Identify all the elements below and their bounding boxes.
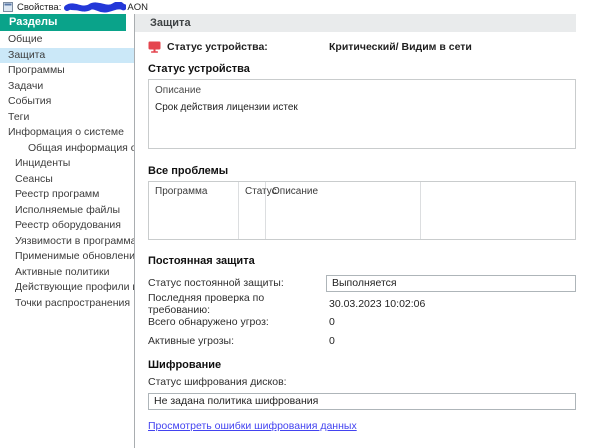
sidebar-item-общие[interactable]: Общие [0, 32, 134, 48]
red-monitor-icon [148, 41, 161, 53]
sidebar-header: Разделы [0, 14, 126, 31]
sidebar-item-реестр-программ[interactable]: Реестр программ [0, 187, 134, 203]
sidebar-item-общая-информация-о-системе[interactable]: Общая информация о системе [0, 141, 134, 157]
view-encryption-errors-link[interactable]: Просмотреть ошибки шифрования данных [148, 420, 357, 432]
sidebar-item-задачи[interactable]: Задачи [0, 79, 134, 95]
sections-sidebar: Разделы Общие Защита Программы Задачи Событи… [0, 14, 134, 448]
field-label: Всего обнаружено угроз: [148, 316, 269, 329]
device-status-heading: Статус устройства [148, 63, 250, 75]
window-title-prefix: Свойства: [17, 1, 62, 13]
sidebar-item-защита[interactable]: Защита [0, 47, 134, 63]
redaction-scribble [64, 1, 127, 13]
encryption-heading: Шифрование [148, 358, 222, 371]
sidebar-item-события[interactable]: События [0, 94, 134, 110]
realtime-fields: Статус постоянной защиты: Выполняется Посл… [148, 272, 576, 350]
column-header-status[interactable]: Статус [239, 182, 277, 239]
column-header-description[interactable]: Описание [266, 182, 421, 239]
sidebar-item-теги[interactable]: Теги [0, 110, 134, 126]
sidebar-item-информация-о-системе[interactable]: Информация о системе [0, 125, 134, 141]
sidebar-item-инциденты[interactable]: Инциденты [0, 156, 134, 172]
sidebar-items: Общие Защита Программы Задачи События Теги Инф… [0, 31, 134, 311]
encryption-status-field[interactable]: Не задана политика шифрования [148, 392, 576, 410]
sidebar-item-исполняемые-файлы[interactable]: Исполняемые файлы [0, 203, 134, 219]
window-title-suffix: AON [127, 1, 148, 13]
sidebar-item-программы[interactable]: Программы [0, 63, 134, 79]
column-header-empty [421, 182, 575, 239]
encryption-status-label: Статус шифрования дисков: [148, 375, 287, 388]
field-label: Последняя проверка по требованию: [148, 291, 265, 316]
field-row: Всего обнаружено угроз: 0 [148, 314, 576, 332]
title-bar: Свойства: AON [0, 0, 600, 14]
sidebar-item-активные-политики[interactable]: Активные политики [0, 265, 134, 281]
field-row: Активные угрозы: 0 [148, 332, 576, 350]
field-value-box[interactable]: Выполняется [326, 274, 576, 292]
window-icon [3, 2, 13, 12]
properties-window: Свойства: AON Разделы Общие Защита Програм… [0, 0, 600, 448]
field-value: 30.03.2023 10:02:06 [329, 297, 426, 310]
realtime-heading: Постоянная защита [148, 255, 255, 267]
list-column-header: Описание [155, 85, 202, 96]
sidebar-item-применимые-обновления[interactable]: Применимые обновления [0, 249, 134, 265]
field-value: 0 [329, 334, 335, 347]
device-status-row: Статус устройства: Критический/ Видим в … [148, 40, 576, 54]
panel-title: Защита [135, 14, 576, 32]
field-label: Статус постоянной защиты: [148, 277, 284, 289]
status-description-item[interactable]: Срок действия лицензии истек [155, 102, 569, 113]
field-label: Активные угрозы: [148, 334, 234, 347]
field-row: Статус постоянной защиты: Выполняется [148, 272, 576, 294]
sidebar-item-точки-распространения[interactable]: Точки распространения [0, 296, 134, 312]
problems-table[interactable]: Программа Статус Описание [148, 181, 576, 240]
sidebar-item-действующие-профили-политик[interactable]: Действующие профили политик [0, 280, 134, 296]
problems-heading: Все проблемы [148, 165, 229, 177]
field-row: Последняя проверка по требованию: 30.03.2… [148, 291, 576, 316]
device-status-list[interactable]: Описание Срок действия лицензии истек [148, 79, 576, 149]
sidebar-item-сеансы[interactable]: Сеансы [0, 172, 134, 188]
device-status-label: Статус устройства: [167, 41, 268, 53]
sidebar-item-реестр-оборудования[interactable]: Реестр оборудования [0, 218, 134, 234]
device-status-value: Критический/ Видим в сети [329, 41, 472, 53]
sidebar-item-уязвимости-в-программах[interactable]: Уязвимости в программах [0, 234, 134, 250]
protection-panel: Защита Статус устройства: Критический/ В… [135, 14, 576, 448]
field-value: 0 [329, 316, 335, 329]
column-header-program[interactable]: Программа [149, 182, 239, 239]
